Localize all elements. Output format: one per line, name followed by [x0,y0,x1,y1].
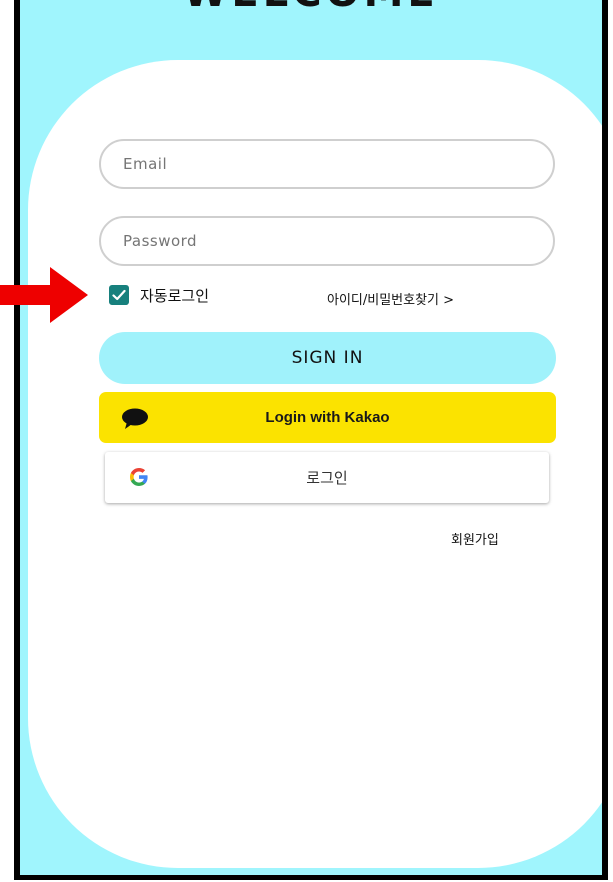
speech-bubble-icon [122,408,148,429]
google-login-button[interactable]: 로그인 [105,452,549,503]
signup-link[interactable]: 회원가입 [451,529,499,548]
sign-in-label: SIGN IN [291,348,364,368]
find-account-link[interactable]: 아이디/비밀번호찾기 > [327,289,454,308]
google-login-label: 로그인 [306,469,348,487]
auto-login-label: 자동로그인 [140,287,210,305]
google-g-icon [130,468,148,486]
email-input[interactable] [99,139,555,189]
check-icon [112,289,126,301]
kakao-login-button[interactable]: Login with Kakao [99,392,556,443]
app-screen: WELCOME 자동로그인 아이디/비밀번호찾기 > SIGN IN Login… [14,0,608,880]
sign-in-button[interactable]: SIGN IN [99,332,556,384]
auto-login-checkbox[interactable] [109,285,129,305]
red-arrow-icon [0,267,88,323]
page-title: WELCOME [20,0,602,16]
kakao-login-label: Login with Kakao [265,409,390,426]
password-input[interactable] [99,216,555,266]
